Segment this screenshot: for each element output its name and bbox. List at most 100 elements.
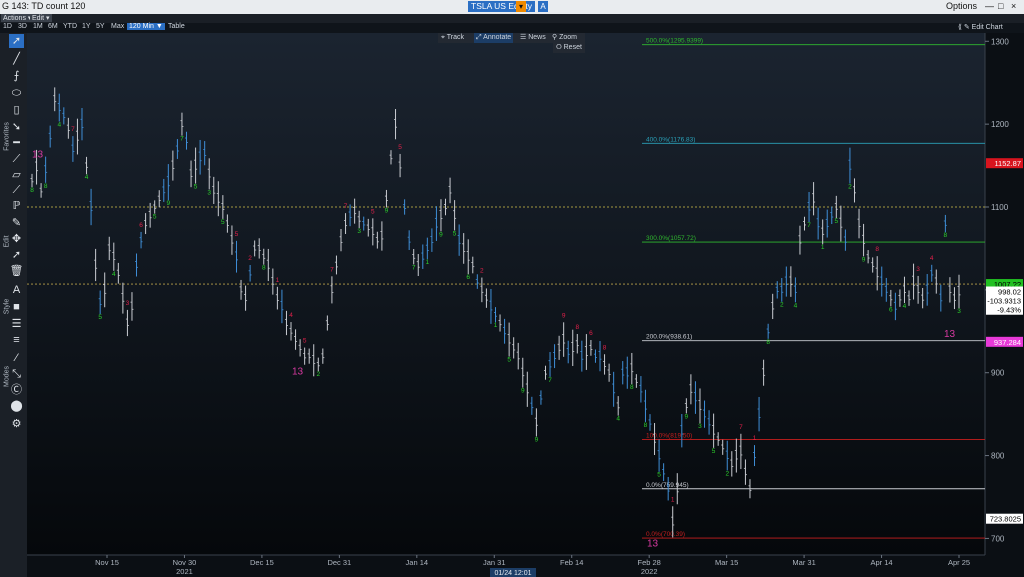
- mode1-icon[interactable]: ⁄: [9, 351, 24, 365]
- interval-select[interactable]: 120 Min ▼: [127, 23, 165, 30]
- window-title: G 143: TD count 120: [2, 1, 86, 11]
- cursor-date-label: 01/24 12:01: [495, 570, 532, 577]
- td-count-digit: 1: [671, 496, 675, 503]
- x-tick-label: Mar 31: [792, 558, 815, 567]
- x-tick-label: Feb 28: [638, 558, 661, 567]
- range-5y[interactable]: 5Y: [96, 23, 105, 30]
- news-button[interactable]: ☰ News: [520, 33, 546, 43]
- td-count-digit: 4: [930, 255, 934, 262]
- td-13-mark: 13: [647, 539, 659, 550]
- line-icon[interactable]: ╱: [9, 52, 24, 66]
- x-axis-ticks: Nov 15 Nov 30 Dec 15 Dec 31 Jan 14 Jan 31 Feb …: [95, 555, 970, 577]
- td-count-digit: 2: [316, 371, 320, 378]
- fib-level-label: 0.0%(700.39): [646, 531, 685, 538]
- td-count-digit: 9: [439, 231, 443, 238]
- td-count-digit: 3: [916, 266, 920, 273]
- mode4-icon[interactable]: ⬤: [9, 399, 24, 413]
- x-tick-label: Nov 15: [95, 558, 119, 567]
- td-count-digit: 5: [398, 144, 402, 151]
- td-count-digit: 2: [248, 255, 252, 262]
- arrow-icon[interactable]: ➘: [9, 120, 24, 134]
- range-1y[interactable]: 1Y: [82, 23, 91, 30]
- price-label-text: 937.284: [994, 338, 1021, 347]
- x-tick-label: Dec 31: [327, 558, 351, 567]
- td-count-digit: 2: [780, 302, 784, 309]
- td-count-digit: 4: [616, 416, 620, 423]
- gear-icon[interactable]: ⚙: [9, 417, 24, 431]
- price-label-text: 1152.87: [994, 159, 1021, 168]
- pen-icon[interactable]: ✎: [9, 216, 24, 230]
- td-count-digit: 1: [753, 435, 757, 442]
- td-count-digit: 7: [807, 222, 811, 229]
- y-tick-label: 800: [991, 452, 1005, 461]
- price-chart[interactable]: 500.0%(1295.9399) 400.0%(1176.83) 300.0%(1…: [27, 33, 1024, 577]
- maximize-button[interactable]: □: [998, 1, 1003, 11]
- td-count-digit: 9: [385, 207, 389, 214]
- td-count-digit: 5: [303, 338, 307, 345]
- channel-icon[interactable]: ▱: [9, 168, 24, 182]
- price-label-text: 723.8025: [990, 515, 1021, 524]
- td-count-digit: 8: [875, 246, 879, 253]
- minimize-button[interactable]: —: [985, 1, 994, 11]
- track-button[interactable]: ⌖ Track: [441, 33, 464, 43]
- td-13-mark: 13: [292, 366, 304, 377]
- td-13-mark: 13: [32, 149, 44, 160]
- td-count-digit: 8: [30, 187, 34, 194]
- hline-icon[interactable]: ━: [9, 136, 24, 150]
- select-icon[interactable]: ➚: [9, 248, 24, 262]
- actions-menu[interactable]: Actions ▾: [1, 14, 34, 22]
- reset-button[interactable]: ⭘ Reset: [553, 43, 585, 53]
- box-icon[interactable]: ■: [9, 300, 24, 314]
- range-1d[interactable]: 1D: [3, 23, 12, 30]
- td-count-digit: 5: [221, 219, 225, 226]
- range-max[interactable]: Max: [111, 23, 124, 30]
- style-icon[interactable]: ≡: [9, 333, 24, 347]
- td-count-digit: 7: [330, 266, 334, 273]
- td-count-digit: 6: [466, 274, 470, 281]
- td-count-digit: 5: [712, 448, 716, 455]
- range-1m[interactable]: 1M: [33, 23, 43, 30]
- td-count-digit: 5: [153, 214, 157, 221]
- td-count-digit: 6: [589, 330, 593, 337]
- fib-icon[interactable]: ℙ: [9, 199, 24, 213]
- mode2-icon[interactable]: ⤡: [9, 367, 24, 381]
- move-icon[interactable]: ✥: [9, 232, 24, 246]
- y-tick-label: 700: [991, 534, 1005, 543]
- font-icon[interactable]: A: [9, 283, 24, 297]
- td-count-digit: 8: [630, 384, 634, 391]
- td-count-digit: 8: [766, 339, 770, 346]
- td-13-mark: 13: [944, 329, 956, 340]
- chart-controls: ⌖ Track ⤢ Annotate ☰ News ⚲ Zoom: [438, 33, 585, 43]
- edit-menu[interactable]: Edit ▾: [30, 14, 52, 22]
- security-letter-button[interactable]: A: [538, 1, 548, 12]
- annotate-button[interactable]: ⤢ Annotate: [474, 33, 514, 43]
- text-icon[interactable]: ⨍: [9, 69, 24, 83]
- zoom-button[interactable]: ⚲ Zoom: [552, 33, 577, 43]
- mode3-icon[interactable]: Ⓒ: [9, 383, 24, 397]
- table-button[interactable]: Table: [168, 23, 185, 30]
- x-tick-label: Nov 30: [173, 558, 197, 567]
- options-button[interactable]: Options: [946, 1, 977, 11]
- range-3d[interactable]: 3D: [18, 23, 27, 30]
- security-dropdown-icon[interactable]: ▾: [516, 1, 526, 12]
- cursor-icon[interactable]: ➚: [9, 34, 24, 48]
- candle-icon[interactable]: ▯: [9, 103, 24, 117]
- td-count-digit: 8: [44, 183, 48, 190]
- td-count-digit: 5: [371, 208, 375, 215]
- trash-icon[interactable]: 🗑: [9, 264, 24, 278]
- width-icon[interactable]: ☰: [9, 317, 24, 331]
- range-ytd[interactable]: YTD: [63, 23, 77, 30]
- edit-chart-button[interactable]: ⟪ ✎ Edit Chart: [958, 23, 1003, 31]
- td-count-digit: 5: [194, 184, 198, 191]
- td-count-digit: 8: [262, 265, 266, 272]
- close-button[interactable]: ×: [1011, 1, 1016, 11]
- td-count-digit: 1: [821, 244, 825, 251]
- trend-icon[interactable]: ⟋: [9, 183, 24, 197]
- range-6m[interactable]: 6M: [48, 23, 58, 30]
- y-tick-label: 900: [991, 369, 1005, 378]
- fib-level-label: 500.0%(1295.9399): [646, 38, 703, 45]
- x-year-label: 2022: [641, 567, 658, 576]
- ellipse-icon[interactable]: ⬭: [9, 86, 24, 100]
- segment-icon[interactable]: ⟋: [9, 152, 24, 166]
- y-tick-label: 1300: [991, 37, 1009, 46]
